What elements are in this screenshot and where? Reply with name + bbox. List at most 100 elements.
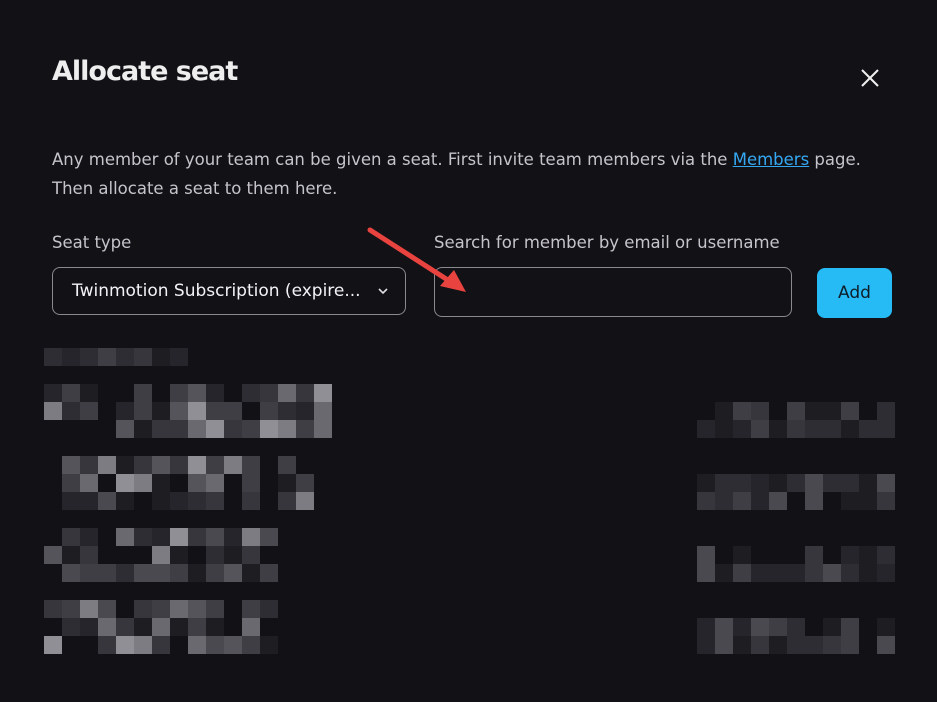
redaction-pixel [206, 528, 224, 546]
redaction-pixel [152, 474, 170, 492]
redaction-pixel [242, 618, 260, 636]
redaction-pixel [787, 564, 805, 582]
redaction-pixel [242, 546, 260, 564]
redaction-pixel [260, 420, 278, 438]
redaction-pixel [62, 456, 80, 474]
redaction-pixel [152, 456, 170, 474]
redaction-pixel [859, 474, 877, 492]
redaction-pixel [769, 564, 787, 582]
seat-type-select[interactable]: Twinmotion Subscription (expire... [52, 267, 406, 315]
redaction-pixel [697, 564, 715, 582]
redaction-pixel [823, 474, 841, 492]
search-label: Search for member by email or username [434, 233, 780, 252]
redaction-pixel [134, 636, 152, 654]
redaction-pixel [98, 564, 116, 582]
redaction-pixel [62, 600, 80, 618]
redaction-pixel [877, 618, 895, 636]
redaction-pixel [224, 564, 242, 582]
redaction-pixel [134, 528, 152, 546]
redaction-pixel [260, 636, 278, 654]
members-link[interactable]: Members [733, 150, 809, 169]
redaction-pixel [242, 636, 260, 654]
redaction-pixel [751, 492, 769, 510]
description-text-1: Any member of your team can be given a s… [52, 150, 733, 169]
redaction-pixel [697, 618, 715, 636]
redaction-pixel [98, 636, 116, 654]
redaction-pixel [733, 474, 751, 492]
redaction-pixel [242, 456, 260, 474]
redaction-pixel [224, 546, 242, 564]
allocate-seat-dialog: Allocate seat Any member of your team ca… [0, 0, 937, 702]
redaction-pixel [733, 402, 751, 420]
redaction-pixel [242, 600, 260, 618]
redaction-pixel [733, 492, 751, 510]
redaction-pixel [134, 348, 152, 366]
redaction-pixel [188, 384, 206, 402]
redaction-pixel [314, 420, 332, 438]
redaction-pixel [787, 474, 805, 492]
redaction-pixel [278, 420, 296, 438]
redaction-pixel [116, 348, 134, 366]
redaction-pixel [152, 348, 170, 366]
redaction-pixel [697, 546, 715, 564]
redaction-pixel [859, 492, 877, 510]
redaction-pixel [98, 492, 116, 510]
redaction-pixel [805, 492, 823, 510]
redaction-pixel [715, 474, 733, 492]
redaction-pixel [877, 420, 895, 438]
close-button[interactable] [856, 64, 884, 92]
redaction-pixel [188, 618, 206, 636]
redaction-pixel [805, 420, 823, 438]
redaction-pixel [134, 402, 152, 420]
redaction-pixel [152, 618, 170, 636]
redaction-pixel [152, 528, 170, 546]
redaction-pixel [152, 636, 170, 654]
redaction-pixel [80, 474, 98, 492]
redaction-pixel [751, 636, 769, 654]
redaction-pixel [278, 384, 296, 402]
redaction-pixel [206, 402, 224, 420]
redaction-pixel [62, 402, 80, 420]
redaction-pixel [80, 528, 98, 546]
redaction-pixel [823, 402, 841, 420]
redaction-pixel [206, 384, 224, 402]
redaction-pixel [116, 474, 134, 492]
redaction-pixel [715, 420, 733, 438]
redaction-pixel [787, 636, 805, 654]
redaction-pixel [62, 348, 80, 366]
redaction-pixel [116, 402, 134, 420]
redaction-pixel [751, 402, 769, 420]
redaction-pixel [152, 600, 170, 618]
redaction-pixel [170, 600, 188, 618]
redaction-pixel [98, 348, 116, 366]
redaction-pixel [260, 600, 278, 618]
redaction-pixel [170, 492, 188, 510]
redaction-pixel [170, 546, 188, 564]
member-search-input[interactable] [434, 267, 792, 317]
redaction-pixel [44, 384, 62, 402]
redaction-pixel [170, 564, 188, 582]
redaction-pixel [62, 528, 80, 546]
redaction-pixel [260, 528, 278, 546]
redaction-pixel [224, 528, 242, 546]
redaction-pixel [188, 420, 206, 438]
redaction-pixel [715, 618, 733, 636]
redaction-pixel [134, 564, 152, 582]
redaction-pixel [116, 420, 134, 438]
redaction-pixel [787, 618, 805, 636]
redaction-pixel [841, 564, 859, 582]
redaction-pixel [134, 456, 152, 474]
redaction-pixel [242, 492, 260, 510]
redaction-pixel [80, 348, 98, 366]
redaction-pixel [80, 600, 98, 618]
redaction-pixel [44, 636, 62, 654]
redaction-pixel [805, 636, 823, 654]
redaction-pixel [80, 384, 98, 402]
redaction-pixel [206, 618, 224, 636]
redaction-pixel [715, 402, 733, 420]
redaction-pixel [170, 528, 188, 546]
add-button[interactable]: Add [817, 268, 892, 318]
redaction-pixel [170, 456, 188, 474]
redaction-pixel [278, 492, 296, 510]
redaction-pixel [80, 492, 98, 510]
